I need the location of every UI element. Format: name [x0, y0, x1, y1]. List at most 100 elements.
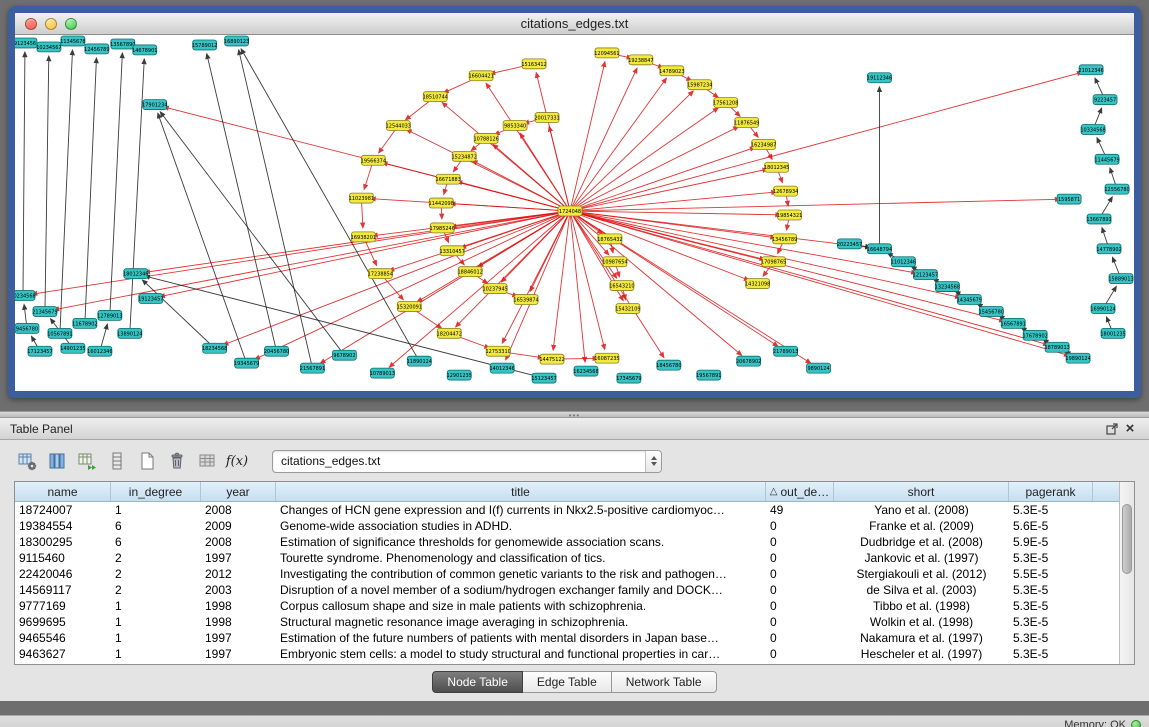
graph-node[interactable]: 21012346 — [1078, 65, 1103, 75]
graph-node[interactable]: 14345679 — [957, 295, 982, 305]
graph-node[interactable]: 9890124 — [807, 363, 831, 373]
graph-node[interactable]: 15789012 — [192, 40, 217, 50]
graph-node[interactable]: 13456789 — [772, 234, 797, 244]
graph-node[interactable]: 12901235 — [447, 370, 472, 380]
graph-node[interactable]: 20017331 — [534, 113, 559, 123]
graph-node[interactable]: 20234568 — [15, 291, 36, 301]
graph-node[interactable]: 15456780 — [979, 306, 1004, 316]
graph-node[interactable]: 12544033 — [386, 121, 411, 131]
graph-node[interactable]: 18510744 — [423, 92, 448, 102]
graph-node[interactable]: 14475122 — [539, 354, 564, 364]
column-header-out_de[interactable]: △out_de… — [766, 482, 834, 501]
graph-node[interactable]: 19566374 — [361, 155, 386, 165]
graph-node[interactable]: 17123457 — [27, 346, 52, 356]
table-row[interactable]: 1830029562008Estimation of significance … — [15, 534, 1119, 550]
graph-node[interactable]: 15889013 — [1108, 274, 1133, 284]
table-plain-icon[interactable] — [194, 449, 220, 473]
graph-node[interactable]: 15987234 — [687, 80, 712, 90]
graph-node[interactable]: 21567891 — [300, 363, 325, 373]
graph-node[interactable]: 17901234 — [142, 100, 167, 110]
graph-node[interactable]: 15123457 — [531, 373, 556, 383]
columns-icon[interactable] — [44, 449, 70, 473]
graph-node[interactable]: 19123457 — [138, 294, 163, 304]
close-panel-icon[interactable]: × — [1121, 421, 1139, 437]
graph-node[interactable]: 11023981 — [349, 193, 374, 203]
graph-node[interactable]: 18204472 — [437, 328, 462, 338]
graph-node[interactable]: 9456780 — [15, 323, 39, 333]
graph-node[interactable]: 13667891 — [1086, 214, 1111, 224]
delete-icon[interactable] — [164, 449, 190, 473]
table-row[interactable]: 946362711997Embryonic stem cells: a mode… — [15, 646, 1119, 662]
graph-node[interactable]: 19854321 — [777, 210, 802, 220]
graph-node[interactable]: 19345679 — [234, 358, 259, 368]
panel-splitter[interactable]: ••• — [0, 411, 1149, 418]
graph-node[interactable]: 18765432 — [597, 234, 622, 244]
graph-node[interactable]: 18012346 — [123, 269, 148, 279]
table-settings-icon[interactable] — [14, 449, 40, 473]
window-titlebar[interactable]: citations_edges.txt — [15, 13, 1134, 35]
graph-node[interactable]: 10334568 — [1080, 124, 1105, 134]
graph-node[interactable]: 19238847 — [628, 55, 653, 65]
graph-node[interactable]: 14789023 — [659, 66, 684, 76]
graph-node[interactable]: 16087235 — [594, 353, 619, 363]
tab-network-table[interactable]: Network Table — [612, 671, 717, 693]
rows-icon[interactable] — [104, 449, 130, 473]
graph-node[interactable]: 16648794 — [867, 244, 892, 254]
graph-node[interactable]: 16938201 — [351, 232, 376, 242]
table-row[interactable]: 969969511998Structural magnetic resonanc… — [15, 614, 1119, 630]
close-button[interactable] — [25, 18, 37, 30]
graph-node[interactable]: 11890124 — [407, 356, 432, 366]
graph-node[interactable]: 13234568 — [935, 282, 960, 292]
function-icon[interactable]: f(x) — [224, 449, 250, 473]
graph-node[interactable]: 15320091 — [397, 302, 422, 312]
graph-node[interactable]: 21789013 — [773, 346, 798, 356]
graph-node[interactable]: 21345679 — [32, 306, 57, 316]
graph-node[interactable]: 14778902 — [1096, 244, 1121, 254]
table-vertical-scrollbar[interactable] — [1119, 482, 1134, 664]
graph-node[interactable]: 1724048 — [558, 206, 582, 216]
tab-edge-table[interactable]: Edge Table — [523, 671, 612, 693]
column-header-year[interactable]: year — [201, 482, 276, 501]
graph-node[interactable]: 17345679 — [616, 373, 641, 383]
graph-node[interactable]: 16890123 — [224, 36, 249, 46]
graph-node[interactable]: 18789013 — [1044, 342, 1069, 352]
graph-node[interactable]: 16604421 — [468, 71, 493, 81]
graph-node[interactable]: 12456789 — [84, 44, 109, 54]
graph-node[interactable]: 13890124 — [117, 328, 142, 338]
graph-node[interactable]: 16234568 — [573, 366, 598, 376]
minimize-button[interactable] — [45, 18, 57, 30]
graph-node[interactable]: 12678934 — [773, 186, 798, 196]
graph-node[interactable]: 14012346 — [489, 363, 514, 373]
column-header-title[interactable]: title — [276, 482, 766, 501]
graph-node[interactable]: 10788126 — [473, 133, 498, 143]
graph-node[interactable]: 11876549 — [734, 118, 759, 128]
graph-node[interactable]: 19890124 — [1065, 353, 1090, 363]
graph-node[interactable]: 16671883 — [436, 174, 461, 184]
graph-node[interactable]: 13310457 — [440, 246, 465, 256]
graph-node[interactable]: 19112346 — [867, 73, 892, 83]
graph-node[interactable]: 15432109 — [615, 303, 640, 313]
graph-node[interactable]: 16234987 — [751, 139, 776, 149]
graph-node[interactable]: 18456780 — [656, 360, 681, 370]
table-row[interactable]: 946554611997Estimation of the future num… — [15, 630, 1119, 646]
graph-node[interactable]: 20223457 — [837, 239, 862, 249]
graph-node[interactable]: 20678902 — [736, 356, 761, 366]
graph-node[interactable]: 1595871 — [1057, 194, 1081, 204]
graph-node[interactable]: 11012346 — [891, 257, 916, 267]
network-canvas[interactable]: 1724048151634121660442118510744125440331… — [15, 35, 1134, 391]
graph-node[interactable]: 12556780 — [1104, 184, 1129, 194]
graph-node[interactable]: 18846012 — [458, 267, 483, 277]
graph-node[interactable]: 16539874 — [513, 295, 538, 305]
graph-node[interactable]: 10567891 — [47, 328, 72, 338]
graph-node[interactable]: 14678901 — [132, 45, 157, 55]
graph-node[interactable]: 17561208 — [713, 98, 738, 108]
graph-node[interactable]: 16990124 — [1090, 303, 1115, 313]
graph-node[interactable]: 18234568 — [202, 343, 227, 353]
graph-node[interactable]: 9853340 — [503, 121, 527, 131]
graph-node[interactable]: 11442098 — [429, 198, 454, 208]
import-table-icon[interactable] — [74, 449, 100, 473]
graph-node[interactable]: 12123457 — [913, 270, 938, 280]
graph-node[interactable]: 12789013 — [97, 310, 122, 320]
graph-node[interactable]: 9223457 — [1093, 95, 1117, 105]
graph-node[interactable]: 18012345 — [764, 162, 789, 172]
